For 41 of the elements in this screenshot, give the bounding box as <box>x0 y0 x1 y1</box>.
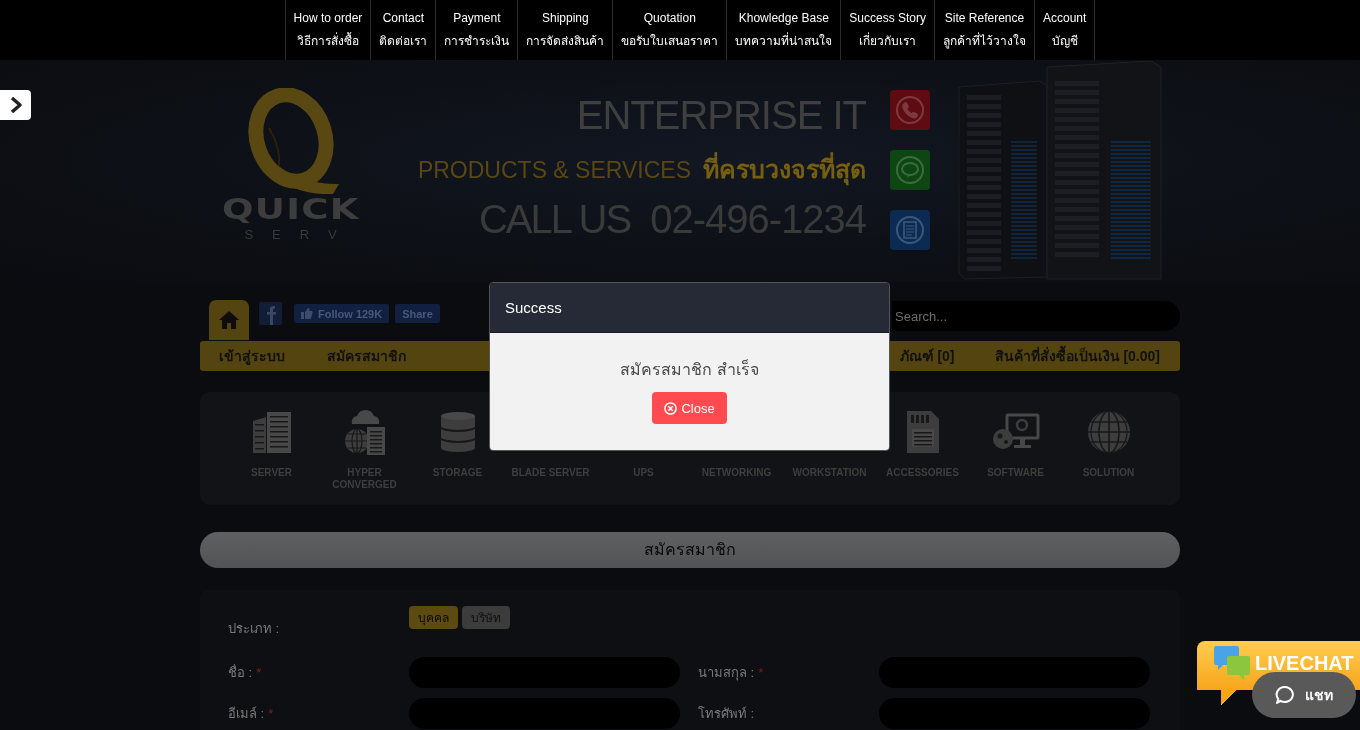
home-icon <box>218 310 240 330</box>
follow-button[interactable]: Follow 129K <box>294 304 390 323</box>
close-button[interactable]: Close <box>652 392 727 424</box>
banner-tagline: PRODUCTS & SERVICES <box>417 156 691 184</box>
server-icon[interactable] <box>252 411 291 453</box>
document-icon[interactable] <box>890 210 930 250</box>
type-option-button[interactable]: บุคคล <box>409 606 458 629</box>
globe-icon[interactable] <box>1086 410 1131 454</box>
database-icon[interactable] <box>439 412 476 452</box>
modal-title: Success <box>490 283 889 333</box>
chat-button[interactable]: แชท <box>1252 672 1356 718</box>
field-label: นามสกุล : <box>698 664 755 683</box>
share-button[interactable]: Share <box>395 304 440 323</box>
field-label: ประเภท : <box>228 620 280 638</box>
chat-bubble-icon[interactable] <box>890 150 930 190</box>
speech-bubble-icon <box>1275 685 1295 705</box>
cloud-globe-server-icon[interactable] <box>342 408 387 456</box>
menu-link[interactable]: สินค้าที่สั่งซื้อเป็นเงิน [0.00] <box>994 345 1160 367</box>
search-field[interactable]: Search... <box>892 301 1180 331</box>
tagline-highlight: ที่ครบวงจรที่สุด <box>703 154 866 184</box>
required-mark: * <box>268 706 274 721</box>
modal-message: สมัครสมาชิก สำเร็จ <box>620 360 759 380</box>
sidebar-toggle-button[interactable] <box>0 90 31 120</box>
chevron-right-icon <box>9 97 22 113</box>
section-title: สมัครสมาชิก <box>200 532 1180 568</box>
memory-card-icon[interactable] <box>904 411 941 453</box>
thumbs-up-icon <box>301 308 313 319</box>
home-button[interactable] <box>209 300 249 340</box>
required-mark: * <box>758 665 764 680</box>
required-mark: * <box>256 665 262 680</box>
field-label: อีเมล์ : <box>228 705 265 723</box>
field-label: โทรศัพท์ : <box>698 705 755 723</box>
menu-link[interactable]: สมัครสมาชิก <box>327 345 406 367</box>
menu-link[interactable]: ภัณฑ์ [0] <box>899 345 955 367</box>
facebook-icon[interactable] <box>259 302 282 325</box>
monitor-disc-icon[interactable] <box>991 413 1040 451</box>
close-circle-icon <box>664 401 678 415</box>
phone-icon[interactable] <box>890 90 930 130</box>
field-label: ชื่อ : <box>228 663 253 682</box>
menu-link[interactable]: เข้าสู่ระบบ <box>219 345 285 367</box>
livechat-banner[interactable]: LIVECHAT แชท <box>1197 641 1360 718</box>
